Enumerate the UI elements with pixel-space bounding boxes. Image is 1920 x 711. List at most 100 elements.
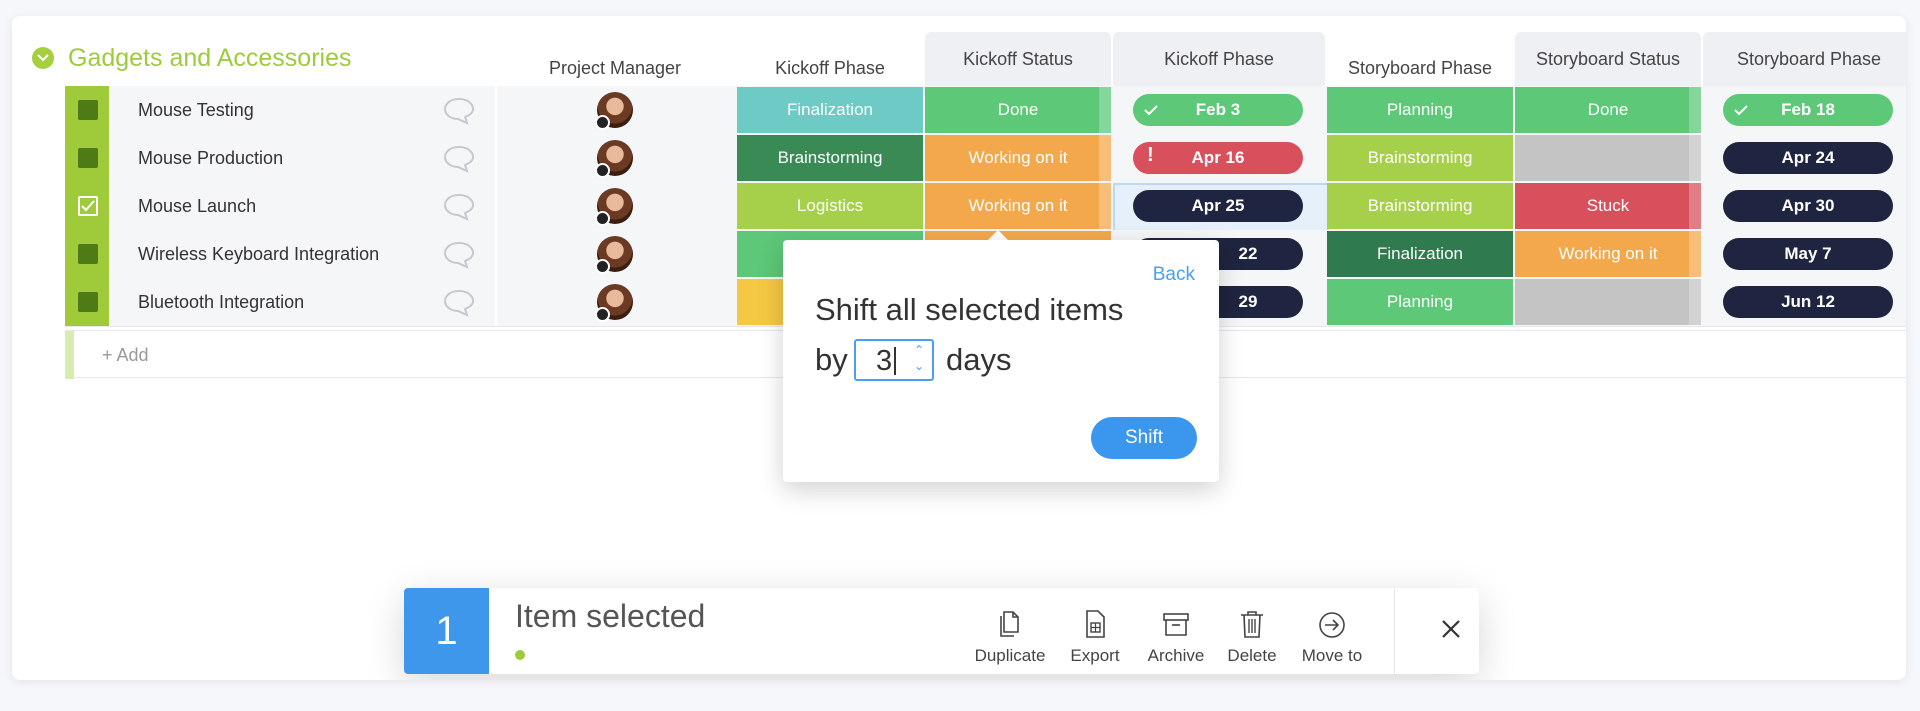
- avatar[interactable]: [595, 284, 633, 322]
- date-label: 29: [1238, 292, 1258, 311]
- item-name[interactable]: Mouse Production: [138, 134, 283, 182]
- item-name[interactable]: Bluetooth Integration: [138, 278, 304, 326]
- table-row[interactable]: Mouse Testing Finalization Done Feb 3 Pl…: [65, 86, 1906, 135]
- cell-edge: [1689, 135, 1701, 181]
- status-label: Done: [997, 100, 1039, 119]
- date-label: Apr 25: [1191, 196, 1245, 215]
- comment-bubble-icon[interactable]: [442, 192, 476, 222]
- storyboard-phase-cell[interactable]: Planning: [1327, 87, 1513, 133]
- comment-bubble-icon[interactable]: [442, 240, 476, 270]
- delete-button[interactable]: Delete: [1222, 596, 1282, 666]
- column-header-kickoff-phase[interactable]: Kickoff Phase: [737, 50, 923, 86]
- status-label: Working on it: [968, 196, 1068, 215]
- column-header-storyboard-phase[interactable]: Storyboard Phase: [1327, 50, 1513, 86]
- comment-bubble-icon[interactable]: [442, 288, 476, 318]
- home-badge-icon: [595, 307, 610, 322]
- row-checkbox[interactable]: [78, 100, 98, 120]
- status-label: Stuck: [1586, 196, 1630, 215]
- status-label: Working on it: [1558, 244, 1658, 263]
- column-header-project-manager[interactable]: Project Manager: [495, 50, 735, 86]
- item-name[interactable]: Wireless Keyboard Integration: [138, 230, 379, 278]
- kickoff-status-cell[interactable]: Working on it: [925, 183, 1111, 229]
- kickoff-status-cell[interactable]: Done: [925, 87, 1111, 133]
- avatar[interactable]: [595, 236, 633, 274]
- cell-edge: [1099, 135, 1111, 181]
- storyboard-date-cell[interactable]: Feb 18: [1703, 87, 1906, 133]
- date-label: Jun 12: [1781, 292, 1835, 311]
- by-label: by: [815, 342, 848, 377]
- move-to-button[interactable]: Move to: [1292, 596, 1372, 666]
- row-checkbox[interactable]: [78, 292, 98, 312]
- storyboard-date-cell[interactable]: Apr 24: [1703, 135, 1906, 181]
- duplicate-button[interactable]: Duplicate: [970, 596, 1050, 666]
- row-checkbox[interactable]: [78, 148, 98, 168]
- storyboard-status-cell[interactable]: Stuck: [1515, 183, 1701, 229]
- export-button[interactable]: Export: [1060, 596, 1130, 666]
- kickoff-date-cell-focused[interactable]: Apr 25: [1113, 183, 1329, 233]
- check-icon: [1734, 105, 1748, 116]
- back-link[interactable]: Back: [1153, 264, 1195, 286]
- item-name[interactable]: Mouse Testing: [138, 86, 254, 134]
- cell-edge: [1099, 183, 1111, 229]
- archive-icon: [1163, 613, 1189, 636]
- date-label: Feb 18: [1781, 100, 1835, 119]
- date-label: Apr 30: [1781, 196, 1835, 215]
- close-icon[interactable]: [1438, 616, 1464, 642]
- export-label: Export: [1070, 646, 1120, 665]
- comment-bubble-icon[interactable]: [442, 96, 476, 126]
- kickoff-status-cell[interactable]: Working on it: [925, 135, 1111, 181]
- storyboard-phase-cell[interactable]: Planning: [1327, 279, 1513, 325]
- action-bar-divider: [1394, 588, 1395, 674]
- shift-button[interactable]: Shift: [1091, 417, 1197, 459]
- storyboard-status-cell[interactable]: Working on it: [1515, 231, 1701, 277]
- group-title[interactable]: Gadgets and Accessories: [68, 44, 352, 73]
- kickoff-date-cell[interactable]: ! Apr 16: [1113, 135, 1325, 181]
- home-badge-icon: [595, 211, 610, 226]
- selection-color-dot: [515, 650, 525, 660]
- comment-bubble-icon[interactable]: [442, 144, 476, 174]
- storyboard-date-cell[interactable]: Apr 30: [1703, 183, 1906, 229]
- avatar[interactable]: [595, 188, 633, 226]
- storyboard-phase-cell[interactable]: Brainstorming: [1327, 183, 1513, 229]
- column-header-kickoff-date[interactable]: Kickoff Phase: [1113, 32, 1325, 86]
- days-number-input[interactable]: 3 ⌃ ⌄: [854, 339, 934, 381]
- cell-edge: [1689, 231, 1701, 277]
- item-name[interactable]: Mouse Launch: [138, 182, 256, 230]
- row-checkbox[interactable]: [78, 196, 98, 216]
- date-pill: Apr 30: [1723, 190, 1893, 222]
- kickoff-date-cell[interactable]: Feb 3: [1113, 87, 1325, 133]
- storyboard-status-cell[interactable]: [1515, 279, 1701, 325]
- storyboard-date-cell[interactable]: Jun 12: [1703, 279, 1906, 325]
- date-pill: Jun 12: [1723, 286, 1893, 318]
- stepper-down-icon[interactable]: ⌄: [914, 359, 924, 373]
- date-label: Apr 24: [1781, 148, 1835, 167]
- table-row[interactable]: Mouse Launch Logistics Working on it Apr…: [65, 182, 1906, 233]
- duplicate-icon: [1000, 611, 1019, 637]
- date-pill: Feb 18: [1723, 94, 1893, 126]
- add-item-label[interactable]: + Add: [102, 331, 149, 379]
- storyboard-phase-cell[interactable]: Finalization: [1327, 231, 1513, 277]
- avatar[interactable]: [595, 140, 633, 178]
- column-header-storyboard-status[interactable]: Storyboard Status: [1515, 32, 1701, 86]
- arrow-right-circle-icon: [1319, 612, 1345, 638]
- row-checkbox[interactable]: [78, 244, 98, 264]
- storyboard-phase-cell[interactable]: Brainstorming: [1327, 135, 1513, 181]
- avatar[interactable]: [595, 92, 633, 130]
- kickoff-phase-cell[interactable]: Logistics: [737, 183, 923, 229]
- kickoff-phase-cell[interactable]: Finalization: [737, 87, 923, 133]
- stepper-up-icon[interactable]: ⌃: [914, 343, 924, 357]
- storyboard-status-cell[interactable]: Done: [1515, 87, 1701, 133]
- kickoff-phase-cell[interactable]: Brainstorming: [737, 135, 923, 181]
- column-header-kickoff-status[interactable]: Kickoff Status: [925, 32, 1111, 86]
- storyboard-status-cell[interactable]: [1515, 135, 1701, 181]
- column-divider: [495, 182, 497, 230]
- column-header-storyboard-date[interactable]: Storyboard Phase: [1703, 32, 1906, 86]
- date-pill: May 7: [1723, 238, 1893, 270]
- delete-label: Delete: [1227, 646, 1277, 665]
- storyboard-date-cell[interactable]: May 7: [1703, 231, 1906, 277]
- home-badge-icon: [595, 115, 610, 130]
- table-row[interactable]: Mouse Production Brainstorming Working o…: [65, 134, 1906, 183]
- selected-count: 1: [404, 588, 489, 674]
- archive-button[interactable]: Archive: [1140, 596, 1212, 666]
- group-collapse-toggle[interactable]: [32, 47, 54, 69]
